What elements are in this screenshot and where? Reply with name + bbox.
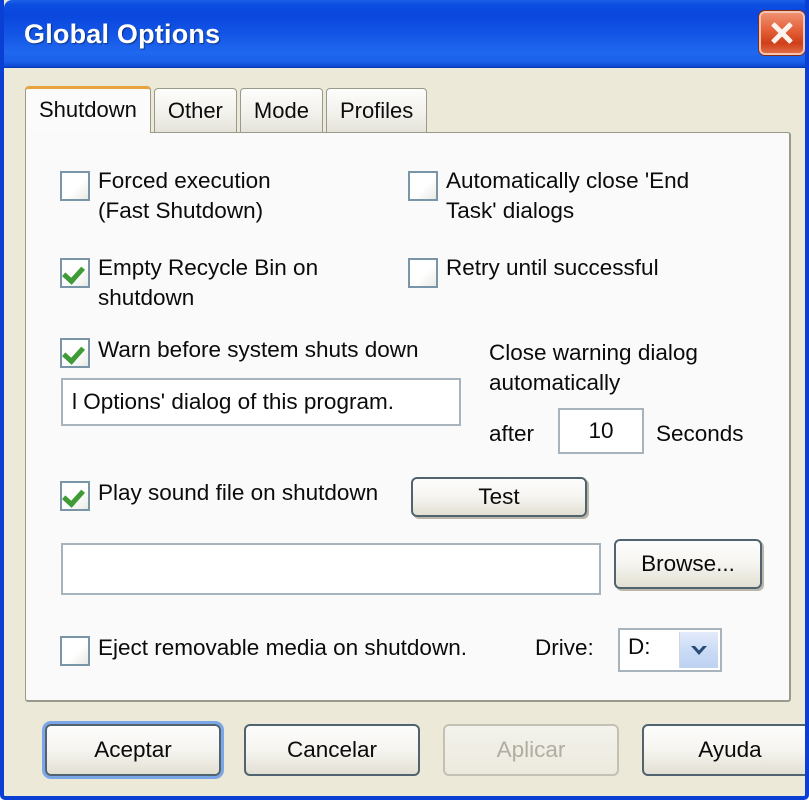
browse-button[interactable]: Browse... (614, 539, 762, 589)
checkbox-retry-until-successful[interactable] (408, 258, 438, 288)
apply-button: Aplicar (443, 724, 619, 776)
checkbox-eject-media[interactable] (60, 636, 90, 666)
tab-mode[interactable]: Mode (239, 88, 323, 133)
label-auto-close-end-task: Automatically close 'End Task' dialogs (446, 168, 690, 223)
help-button[interactable]: Ayuda (642, 724, 805, 776)
label-retry-until-successful: Retry until successful (446, 255, 659, 280)
test-button[interactable]: Test (411, 477, 587, 517)
tab-strip: Shutdown Other Mode Profiles (25, 86, 430, 133)
sound-file-input[interactable] (61, 543, 601, 595)
dialog-footer: Aceptar Cancelar Aplicar Ayuda (4, 710, 805, 796)
checkbox-warn-before-shutdown[interactable] (60, 338, 90, 368)
checkbox-empty-recycle-bin[interactable] (60, 258, 90, 288)
title-bar: Global Options (4, 0, 805, 68)
label-seconds: Seconds (656, 421, 744, 446)
seconds-input[interactable] (558, 408, 644, 454)
checkbox-play-sound[interactable] (60, 481, 90, 511)
tab-other[interactable]: Other (153, 88, 237, 133)
tab-shutdown-label: Shutdown (39, 97, 137, 122)
close-icon[interactable] (759, 11, 805, 55)
chevron-down-icon[interactable] (679, 632, 718, 668)
drive-select[interactable]: D: (618, 628, 722, 672)
checkbox-forced-execution[interactable] (60, 171, 90, 201)
global-options-window: Global Options Shutdown Other Mode Profi… (0, 0, 809, 800)
label-drive: Drive: (535, 635, 594, 660)
label-play-sound: Play sound file on shutdown (98, 480, 379, 505)
warn-message-input[interactable] (61, 378, 461, 426)
label-forced-execution: Forced execution (Fast Shutdown) (98, 168, 271, 223)
tab-other-label: Other (167, 98, 223, 123)
label-warn-before-shutdown: Warn before system shuts down (98, 337, 419, 362)
tab-profiles-label: Profiles (339, 98, 414, 123)
shutdown-tab-panel: Forced execution (Fast Shutdown) Automat… (25, 132, 791, 702)
label-eject-media: Eject removable media on shutdown. (98, 635, 467, 660)
tab-mode-label: Mode (253, 98, 309, 123)
drive-select-value: D: (628, 634, 651, 659)
tab-profiles[interactable]: Profiles (325, 88, 428, 133)
label-empty-recycle-bin: Empty Recycle Bin on shutdown (98, 255, 319, 310)
label-after: after (489, 421, 535, 446)
checkbox-auto-close-end-task[interactable] (408, 171, 438, 201)
ok-button[interactable]: Aceptar (45, 724, 221, 776)
label-close-warning: Close warning dialog automatically (489, 340, 698, 395)
window-title: Global Options (24, 19, 221, 49)
tab-shutdown[interactable]: Shutdown (25, 86, 151, 133)
cancel-button[interactable]: Cancelar (244, 724, 420, 776)
